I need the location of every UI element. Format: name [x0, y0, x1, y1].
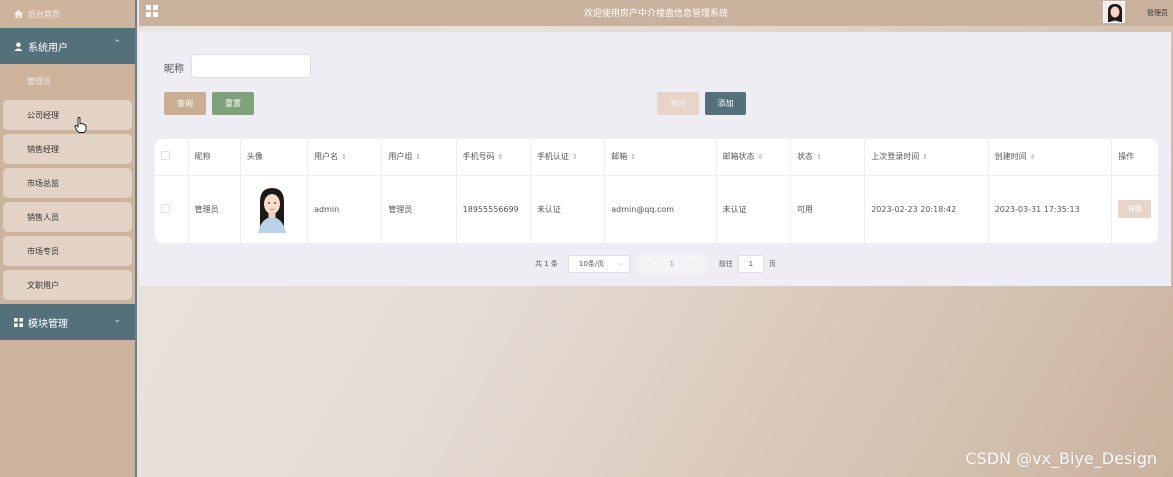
sidebar-group-modules[interactable]: 模块管理 ⌄ [0, 304, 135, 340]
pagination-total: 共 1 条 [535, 260, 558, 268]
watermark: CSDN @vx_Biye_Design [965, 449, 1157, 468]
prev-page-button[interactable]: ‹ [638, 255, 661, 273]
nickname-cell: 管理员 [188, 175, 241, 243]
column-header: 昵称 [188, 139, 241, 176]
reset-button[interactable]: 重置 [212, 92, 254, 115]
phone-cell: 18955556699 [456, 175, 531, 243]
sort-icon: ⇕ [497, 153, 504, 162]
goto-label: 前往 [718, 260, 733, 268]
column-header-sortable[interactable]: 状态 ⇕ [790, 139, 866, 176]
sidebar-item-sales-staff[interactable]: 销售人员 [3, 202, 132, 232]
sidebar-item-company-manager[interactable]: 公司经理 [3, 100, 132, 130]
next-page-button[interactable]: › [682, 255, 705, 273]
select-cell [155, 175, 189, 243]
row-checkbox[interactable] [161, 203, 170, 213]
sort-icon: ⇕ [415, 153, 422, 162]
sidebar: 后台首页 系统用户 ⌃ 管理员 公司经理 销售经理 市场总监 销售人员 市场专员… [0, 0, 137, 477]
sort-icon: ⇕ [1029, 153, 1036, 162]
sort-icon: ⇕ [815, 153, 822, 162]
nickname-label: 昵称 [164, 64, 184, 75]
sidebar-items: 管理员 公司经理 销售经理 市场总监 销售人员 市场专员 文职用户 [0, 64, 135, 300]
column-header: 操作 [1111, 139, 1158, 176]
pagination: 共 1 条 10条/页 ⌄ ‹ 1 › 前往 1 页 [535, 255, 776, 273]
sidebar-group-label: 模块管理 [28, 318, 68, 330]
page-size-select[interactable]: 10条/页 ⌄ [567, 255, 630, 273]
sort-icon: ⇕ [757, 153, 764, 162]
grid-icon [14, 317, 23, 327]
sidebar-item-admin[interactable]: 管理员 [3, 66, 132, 96]
column-header-sortable[interactable]: 上次登录时间 ⇕ [864, 139, 989, 176]
home-icon [14, 10, 23, 18]
last-login-cell: 2023-02-23 20:18:42 [864, 175, 989, 243]
column-header-sortable[interactable]: 用户组 ⇕ [381, 139, 457, 176]
sort-icon: ⇕ [922, 153, 929, 162]
column-header-sortable[interactable]: 用户名 ⇕ [307, 139, 383, 176]
phone-verified-cell: 未认证 [530, 175, 606, 243]
column-header-sortable[interactable]: 手机认证 ⇕ [530, 139, 606, 176]
chevron-down-icon: ⌄ [113, 315, 121, 325]
email-cell: admin@qq.com [604, 175, 717, 243]
column-header-sortable[interactable]: 邮箱状态 ⇕ [716, 139, 791, 176]
detail-button[interactable]: 详情 [1118, 200, 1152, 219]
avatar-icon [1104, 2, 1124, 22]
created-cell: 2023-03-31 17:35:13 [988, 175, 1113, 243]
page-unit-label: 页 [768, 260, 776, 268]
sort-icon: ⇕ [341, 153, 347, 162]
main-panel: 昵称 查询 重置 删除 添加 昵称 头像 用户名 ⇕ 用户组 ⇕ 手机号码 ⇕ 手机认… [139, 32, 1171, 286]
sidebar-item-label: 销售经理 [27, 144, 59, 154]
select-all-checkbox[interactable] [161, 151, 170, 161]
sidebar-item-label: 销售人员 [27, 212, 59, 222]
add-button[interactable]: 添加 [705, 92, 746, 115]
page-size-value: 10条/页 [578, 260, 605, 268]
users-table: 昵称 头像 用户名 ⇕ 用户组 ⇕ 手机号码 ⇕ 手机认证 ⇕ 邮箱 ⇕ 邮箱状态 ⇕ 状态… [155, 139, 1158, 243]
goto-page-input[interactable]: 1 [737, 255, 764, 273]
group-cell: 管理员 [381, 175, 457, 243]
page-number-current[interactable]: 1 [660, 255, 683, 273]
user-avatar-photo [254, 185, 289, 234]
column-header-sortable[interactable]: 手机号码 ⇕ [456, 139, 531, 176]
current-user-name[interactable]: 管理员 [1147, 8, 1168, 18]
sidebar-item-sales-manager[interactable]: 销售经理 [3, 134, 132, 164]
sidebar-item-marketing-specialist[interactable]: 市场专员 [3, 236, 132, 266]
sidebar-item-label: 管理员 [27, 76, 51, 86]
nickname-search-input[interactable] [191, 54, 311, 78]
table-row: 管理员 admin 管理员 18955556699 未认证 admin@qq.c… [155, 175, 1158, 243]
user-icon [14, 41, 23, 51]
hand-cursor-icon [74, 117, 87, 133]
sidebar-home[interactable]: 后台首页 [0, 0, 135, 28]
sidebar-item-label: 公司经理 [27, 110, 59, 120]
system-title: 欢迎使用房产中介楼盘信息管理系统 [583, 9, 728, 19]
query-button[interactable]: 查询 [164, 92, 206, 115]
chevron-left-icon: ‹ [648, 260, 652, 268]
table-header-row: 昵称 头像 用户名 ⇕ 用户组 ⇕ 手机号码 ⇕ 手机认证 ⇕ 邮箱 ⇕ 邮箱状态 ⇕ 状态… [155, 139, 1158, 176]
chevron-up-icon: ⌃ [113, 39, 121, 49]
sidebar-group-label: 系统用户 [28, 42, 68, 54]
chevron-down-icon: ⌄ [618, 259, 624, 267]
sidebar-item-marketing-director[interactable]: 市场总监 [3, 168, 132, 198]
column-header: 头像 [240, 139, 309, 176]
sidebar-item-label: 市场专员 [27, 246, 59, 256]
sidebar-group-system-users[interactable]: 系统用户 ⌃ [0, 28, 135, 64]
status-cell: 可用 [790, 175, 866, 243]
delete-button[interactable]: 删除 [657, 92, 699, 115]
top-bar: 欢迎使用房产中介楼盘信息管理系统 管理员 [139, 0, 1173, 26]
select-all-cell [155, 139, 189, 176]
sidebar-item-label: 市场总监 [27, 178, 59, 188]
avatar[interactable] [1103, 1, 1125, 23]
sidebar-item-clerical-user[interactable]: 文职用户 [3, 270, 132, 300]
column-header-sortable[interactable]: 创建时间 ⇕ [988, 139, 1113, 176]
column-header-sortable[interactable]: 邮箱 ⇕ [604, 139, 717, 176]
sort-icon: ⇕ [571, 153, 578, 162]
email-status-cell: 未认证 [716, 175, 791, 243]
sidebar-item-label: 文职用户 [27, 280, 59, 290]
chevron-right-icon: › [692, 260, 696, 268]
username-cell: admin [307, 175, 383, 243]
sidebar-home-label: 后台首页 [28, 9, 60, 19]
avatar-cell [240, 175, 309, 243]
action-cell: 详情 [1112, 175, 1158, 243]
sort-icon: ⇕ [630, 153, 637, 162]
